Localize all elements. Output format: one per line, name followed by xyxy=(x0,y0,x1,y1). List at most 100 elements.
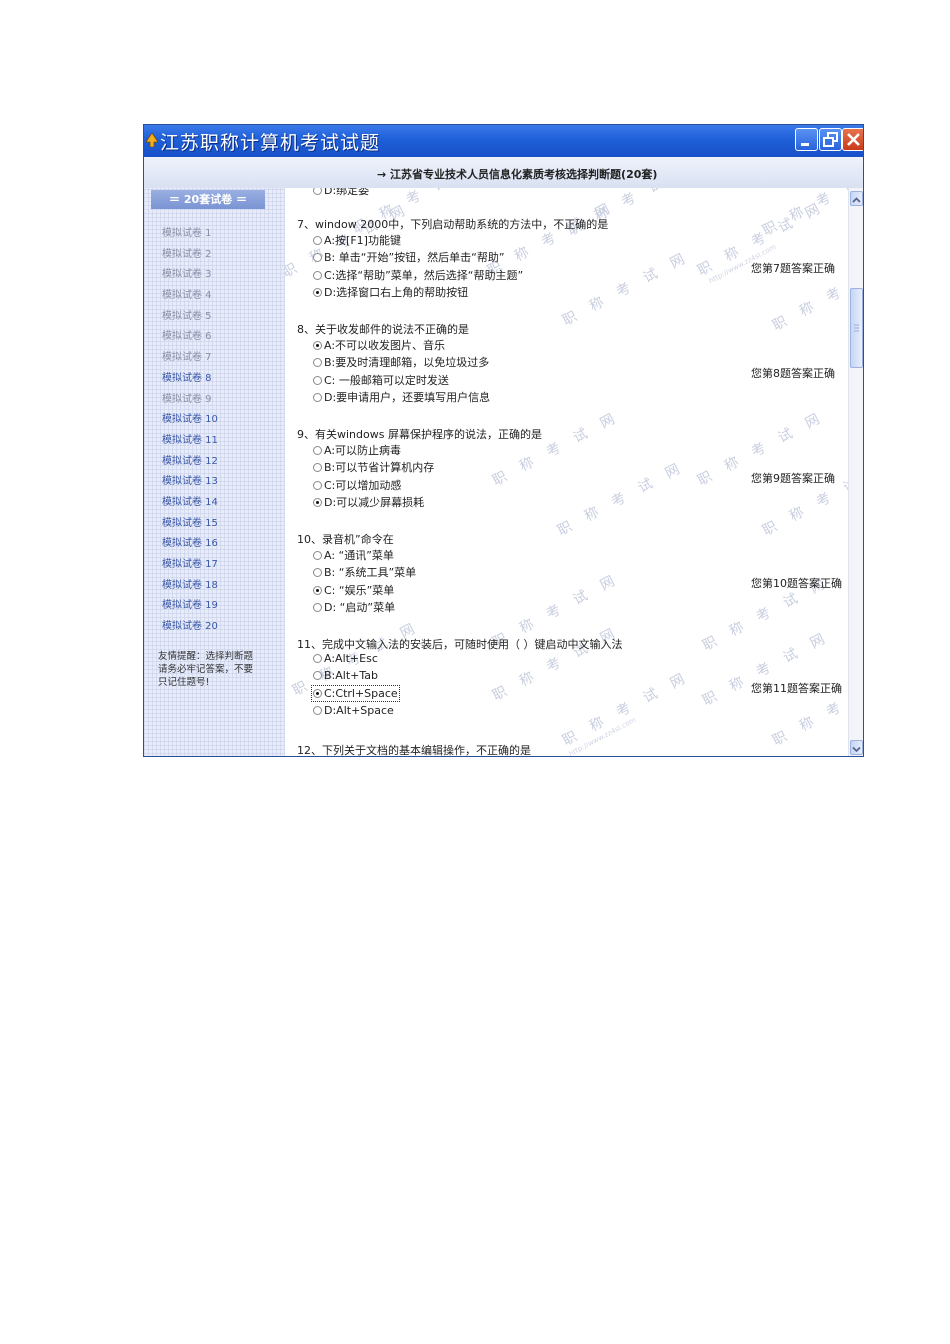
watermark: 职 称 考 试 网 xyxy=(555,458,688,540)
answer-option[interactable]: D:要申请用户，还要填写用户信息 xyxy=(313,389,490,406)
sidebar-item-exam-7[interactable]: 模拟试卷 7 xyxy=(162,348,218,369)
sidebar-item-exam-16[interactable]: 模拟试卷 16 xyxy=(162,534,218,555)
answer-option[interactable]: A: “通讯”菜单 xyxy=(313,547,416,564)
sidebar-item-exam-9[interactable]: 模拟试卷 9 xyxy=(162,390,218,411)
sidebar-item-exam-17[interactable]: 模拟试卷 17 xyxy=(162,555,218,576)
answer-option[interactable]: A:不可以收发图片、音乐 xyxy=(313,337,490,354)
sidebar-item-exam-10[interactable]: 模拟试卷 10 xyxy=(162,410,218,431)
radio-button-selected[interactable] xyxy=(313,341,322,350)
radio-button[interactable] xyxy=(313,463,322,473)
exam-list: 模拟试卷 1 模拟试卷 2 模拟试卷 3 模拟试卷 4 模拟试卷 5 模拟试卷 … xyxy=(162,224,218,638)
sidebar-item-exam-19[interactable]: 模拟试卷 19 xyxy=(162,596,218,617)
sidebar-heading: ＝ 20套试卷 ＝ xyxy=(151,190,265,209)
question-text: 10、录音机”命令在 xyxy=(297,533,394,546)
scroll-thumb[interactable] xyxy=(850,288,863,368)
sidebar-item-exam-15[interactable]: 模拟试卷 15 xyxy=(162,514,218,535)
scroll-down-button[interactable] xyxy=(850,740,863,755)
question-7: 7、window 2000中，下列启动帮助系统的方法中，不正确的是 A:按[F1… xyxy=(297,216,608,301)
sidebar-item-exam-5[interactable]: 模拟试卷 5 xyxy=(162,307,218,328)
radio-button[interactable] xyxy=(313,568,322,578)
question-11: 11、完成中文输入法的安装后，可随时使用（ ）键启动中文输入法 A:Alt+Es… xyxy=(297,636,623,721)
vertical-scrollbar[interactable] xyxy=(848,188,863,756)
answer-status: 您第9题答案正确 xyxy=(751,472,835,485)
radio-button[interactable] xyxy=(313,236,322,245)
answer-option[interactable]: C:选择“帮助”菜单，然后选择“帮助主题” xyxy=(313,267,624,284)
radio-button-selected[interactable] xyxy=(313,497,322,507)
question-12-partial: 12、下列关于文档的基本编辑操作，不正确的是 xyxy=(297,744,531,757)
radio-button[interactable] xyxy=(313,358,322,368)
question-9: 9、有关windows 屏幕保护程序的说法，正确的是 A:可以防止病毒 B:可以… xyxy=(297,426,542,511)
answer-option[interactable]: A:可以防止病毒 xyxy=(313,442,558,459)
sidebar: ＝ 20套试卷 ＝ 模拟试卷 1 模拟试卷 2 模拟试卷 3 模拟试卷 4 模拟… xyxy=(144,188,285,756)
sidebar-item-exam-2[interactable]: 模拟试卷 2 xyxy=(162,245,218,266)
radio-button[interactable] xyxy=(313,253,322,263)
answer-option[interactable]: B:Alt+Tab xyxy=(313,669,639,686)
question-text: 8、关于收发邮件的说法不正确的是 xyxy=(297,323,469,336)
radio-button-selected[interactable] xyxy=(313,688,322,698)
radio-button[interactable] xyxy=(313,375,322,385)
radio-button[interactable] xyxy=(313,270,322,280)
restore-button[interactable] xyxy=(819,128,842,151)
question-text: 9、有关windows 屏幕保护程序的说法，正确的是 xyxy=(297,428,542,441)
answer-status: 您第10题答案正确 xyxy=(751,577,842,590)
sidebar-item-exam-11[interactable]: 模拟试卷 11 xyxy=(162,431,218,452)
answer-option-partial[interactable]: D:绑定委 xyxy=(313,188,369,199)
answer-option[interactable]: D: “启动”菜单 xyxy=(313,599,416,616)
restore-icon xyxy=(823,132,838,147)
radio-button-selected[interactable] xyxy=(313,585,322,595)
sidebar-item-exam-13[interactable]: 模拟试卷 13 xyxy=(162,472,218,493)
close-button[interactable] xyxy=(842,128,863,151)
question-8: 8、关于收发邮件的说法不正确的是 A:不可以收发图片、音乐 B:要及时清理邮箱，… xyxy=(297,321,490,406)
answer-option[interactable]: D:Alt+Space xyxy=(313,704,639,721)
question-text: 7、window 2000中，下列启动帮助系统的方法中，不正确的是 xyxy=(297,218,609,231)
sidebar-item-exam-6[interactable]: 模拟试卷 6 xyxy=(162,327,218,348)
sidebar-item-exam-18[interactable]: 模拟试卷 18 xyxy=(162,576,218,597)
radio-button[interactable] xyxy=(313,671,322,681)
window-title: 江苏职称计算机考试试题 xyxy=(160,132,381,154)
sidebar-item-exam-20[interactable]: 模拟试卷 20 xyxy=(162,617,218,638)
answer-option[interactable]: B:可以节省计算机内存 xyxy=(313,459,558,476)
sidebar-item-exam-14[interactable]: 模拟试卷 14 xyxy=(162,493,218,514)
answer-option[interactable]: A:按[F1]功能键 xyxy=(313,232,624,249)
scroll-up-button[interactable] xyxy=(850,191,863,206)
sidebar-item-exam-8[interactable]: 模拟试卷 8 xyxy=(162,369,218,390)
radio-button[interactable] xyxy=(313,392,322,402)
tip-text: 友情提醒：选择判断题请务必牢记答案，不要只记住题号! xyxy=(158,651,254,688)
watermark: 职 称 考 试 网 xyxy=(760,459,848,540)
sidebar-item-exam-3[interactable]: 模拟试卷 3 xyxy=(162,265,218,286)
answer-option[interactable]: A:Alt+Esc xyxy=(313,652,639,669)
answer-option[interactable]: D:可以减少屏幕损耗 xyxy=(313,494,558,511)
minimize-icon xyxy=(801,143,809,146)
answer-option[interactable]: C:可以增加动感 xyxy=(313,477,558,494)
radio-button[interactable] xyxy=(313,446,322,455)
title-bar[interactable]: 江苏职称计算机考试试题 xyxy=(144,125,863,157)
sidebar-item-exam-12[interactable]: 模拟试卷 12 xyxy=(162,452,218,473)
question-10: 10、录音机”命令在 A: “通讯”菜单 B: “系统工具”菜单 C: “娱乐”… xyxy=(297,531,416,616)
answer-option[interactable]: D:选择窗口右上角的帮助按钮 xyxy=(313,284,624,301)
question-panel: 职 称 考 试 网 职 称 考 试 网 职 称 考 试 网 职 称 考 试 网 … xyxy=(285,188,848,757)
answer-status: 您第8题答案正确 xyxy=(751,367,835,380)
app-icon xyxy=(146,133,158,147)
grip-icon xyxy=(854,324,859,332)
answer-status: 您第7题答案正确 xyxy=(751,262,835,275)
watermark: 职 称 考 试 网 xyxy=(770,669,848,750)
radio-button[interactable] xyxy=(313,705,322,715)
sidebar-item-exam-1[interactable]: 模拟试卷 1 xyxy=(162,224,218,245)
question-text: 11、完成中文输入法的安装后，可随时使用（ ）键启动中文输入法 xyxy=(297,638,623,651)
sidebar-item-exam-4[interactable]: 模拟试卷 4 xyxy=(162,286,218,307)
radio-button[interactable] xyxy=(313,551,322,560)
header-bar: → 江苏省专业技术人员信息化素质考核选择判断题(20套) xyxy=(144,157,863,189)
radio-button[interactable] xyxy=(313,654,322,663)
radio-button[interactable] xyxy=(313,602,322,612)
answer-option[interactable]: B: “系统工具”菜单 xyxy=(313,564,416,581)
answer-option[interactable]: B: 单击“开始”按钮，然后单击“帮助” xyxy=(313,249,624,266)
answer-option[interactable]: B:要及时清理邮箱，以免垃圾过多 xyxy=(313,354,490,371)
answer-option[interactable]: C: “娱乐”菜单 xyxy=(313,582,416,599)
radio-button[interactable] xyxy=(313,480,322,490)
app-window: 江苏职称计算机考试试题 → 江苏省专业技术人员信息化素质考核选择判断题(20套)… xyxy=(143,124,864,757)
answer-option[interactable]: C: 一般邮箱可以定时发送 xyxy=(313,372,490,389)
answer-option[interactable]: C:Ctrl+Space xyxy=(311,684,639,704)
radio-button[interactable] xyxy=(313,188,322,195)
radio-button-selected[interactable] xyxy=(313,287,322,297)
minimize-button[interactable] xyxy=(795,128,818,151)
